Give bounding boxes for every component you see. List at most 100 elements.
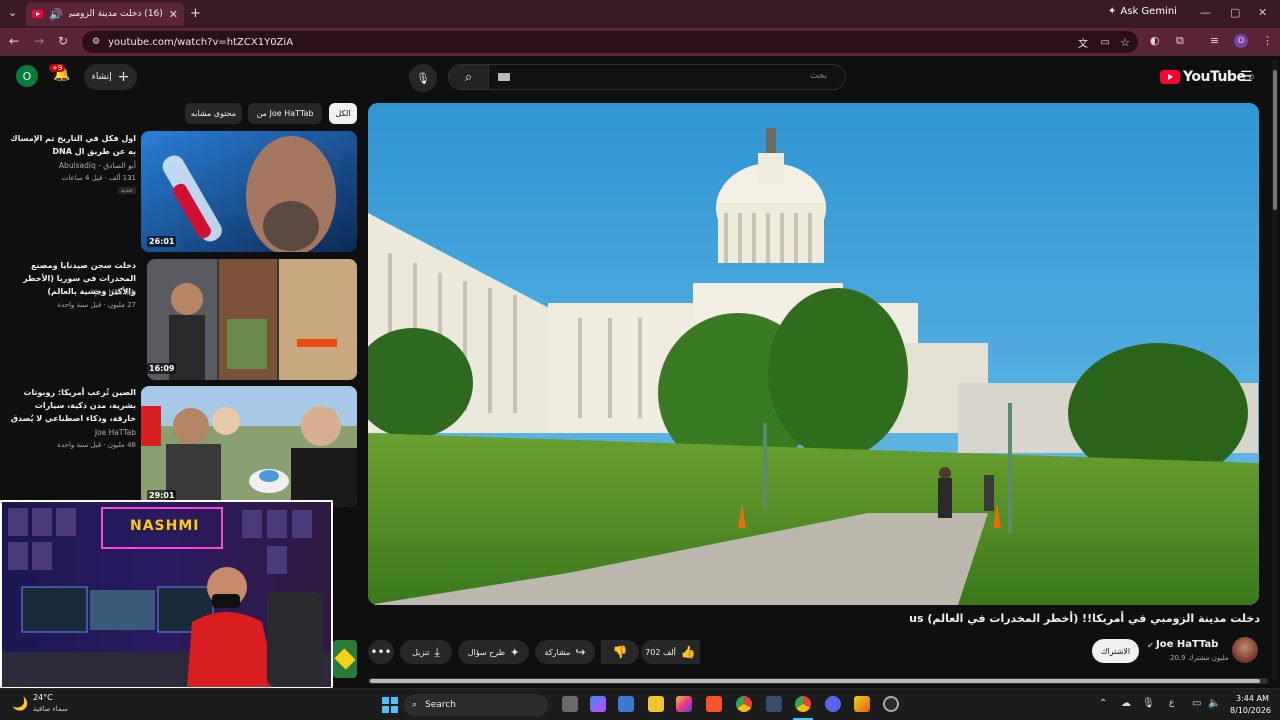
input-language[interactable]: ع: [1169, 698, 1174, 708]
download-button[interactable]: تنزيل ⤓: [400, 640, 452, 664]
voice-search-mic-icon[interactable]: 🎙: [409, 64, 437, 92]
account-avatar[interactable]: O: [16, 65, 38, 87]
share-arrow-icon: ↪: [575, 645, 586, 659]
app-icon[interactable]: [854, 696, 870, 712]
restore-icon[interactable]: ▢: [1230, 6, 1240, 19]
copilot-icon[interactable]: [590, 696, 606, 712]
search-icon[interactable]: ⌕: [448, 64, 489, 90]
discord-icon[interactable]: [825, 696, 841, 712]
thumbs-down-icon: 👎: [612, 645, 628, 659]
video-frame: [368, 103, 1259, 605]
volume-icon[interactable]: 🔈: [1208, 698, 1220, 709]
chrome-icon[interactable]: [736, 696, 752, 712]
like-button[interactable]: 702 ألف 👍: [641, 640, 700, 664]
bookmark-star-icon[interactable]: ☆: [1120, 36, 1130, 49]
ask-gemini-button[interactable]: ✦ Ask Gemini: [1108, 6, 1177, 17]
tab-list-icon[interactable]: ⌄: [8, 6, 17, 19]
rec-title-1[interactable]: اول فكل في التاريخ تم الإمساك به عن طريق…: [8, 132, 136, 158]
reload-icon[interactable]: ↻: [58, 34, 68, 48]
weather-description[interactable]: سماء صافية: [33, 705, 68, 713]
youtube-header: O 🔔 +9 إنشاء + 🎙 ⌕ بحث YouTube JO ☰: [0, 56, 1280, 100]
microphone-icon[interactable]: 🎙: [1142, 698, 1155, 709]
channel-avatar[interactable]: [1232, 637, 1258, 663]
rec-meta-1: 131 ألف · قبل 4 ساعات: [61, 174, 136, 182]
gemini-sparkle-icon: ✦: [1108, 6, 1117, 17]
like-count: 702 ألف: [645, 647, 676, 657]
store-icon[interactable]: [618, 696, 634, 712]
task-view-icon[interactable]: [562, 696, 578, 712]
extensions-icon[interactable]: ⧉: [1176, 34, 1184, 48]
rec-thumbnail-4[interactable]: [333, 640, 357, 678]
file-explorer-icon[interactable]: [648, 696, 664, 712]
speaker-icon[interactable]: 🔊: [49, 8, 63, 21]
browser-toolbar: ← → ↻ ⚙ youtube.com/watch?v=htZCX1Y0ZiA …: [0, 28, 1280, 56]
rec-channel-3[interactable]: Joe HaTTab: [8, 428, 136, 437]
channel-name[interactable]: Joe HaTTab: [1156, 639, 1218, 650]
close-window-icon[interactable]: ✕: [1258, 6, 1267, 19]
clock-date[interactable]: 8/10/2026: [1230, 706, 1271, 715]
subscriber-count: 20.9 مليون مشترك: [1170, 654, 1229, 662]
rec-duration-2: 16:09: [147, 363, 177, 374]
menu-dots-icon[interactable]: ⋮: [1262, 34, 1273, 47]
app-icon[interactable]: [883, 696, 899, 712]
tab-title: (16) دخلت مدينة الزومبي في: [69, 9, 163, 19]
download-label: تنزيل: [412, 647, 430, 657]
moon-weather-icon[interactable]: 🌙: [12, 697, 28, 712]
rec-channel-2[interactable]: Joe HaTTab: [8, 288, 136, 297]
browser-avatar[interactable]: O: [1234, 34, 1248, 48]
page-scrollbar-thumb[interactable]: [1273, 70, 1277, 210]
search-input[interactable]: بحث: [488, 64, 846, 90]
rec-channel-1[interactable]: أبو الصادق - Abulsadiq: [8, 161, 136, 170]
browser-tab[interactable]: 🔊 (16) دخلت مدينة الزومبي في ✕: [26, 2, 184, 26]
create-button[interactable]: إنشاء +: [84, 64, 137, 90]
video-player[interactable]: [368, 103, 1259, 605]
share-button[interactable]: مشاركة ↪: [535, 640, 595, 664]
neon-sign-text: NASHMI: [130, 518, 200, 534]
network-icon[interactable]: ▭: [1192, 698, 1201, 709]
rec-meta-2: 27 مليون · قبل سنة واحدة: [57, 301, 136, 309]
cast-icon[interactable]: ▭: [1101, 37, 1110, 48]
instagram-icon[interactable]: [676, 696, 692, 712]
rec-thumbnail-1[interactable]: [141, 131, 357, 252]
back-icon[interactable]: ←: [9, 34, 19, 48]
rec-thumbnail-1-image: [141, 131, 357, 252]
guide-menu-icon[interactable]: ☰: [1240, 69, 1253, 85]
weather-temperature[interactable]: 24°C: [33, 693, 53, 702]
new-tab-icon[interactable]: +: [190, 6, 201, 21]
rec-thumbnail-2-image: [147, 259, 357, 380]
chrome-active-icon[interactable]: [795, 696, 811, 712]
create-label: إنشاء: [91, 72, 112, 82]
url-text: youtube.com/watch?v=htZCX1Y0ZiA: [108, 36, 294, 48]
rec-title-3[interactable]: الصين تُرعب أمريكا: روبوتات بشرية، مدن ذ…: [8, 386, 136, 425]
rec-thumbnail-2[interactable]: [147, 259, 357, 380]
reading-list-icon[interactable]: ≡: [1210, 34, 1219, 47]
sparkle-icon: ✦: [510, 645, 520, 659]
keyboard-icon[interactable]: [498, 73, 510, 81]
video-progress-fill[interactable]: [370, 679, 1260, 683]
more-actions-button[interactable]: •••: [368, 640, 394, 664]
logo-text: YouTube: [1183, 69, 1246, 85]
chip-from-channel[interactable]: من Joe HaTTab: [248, 103, 322, 124]
minimize-icon[interactable]: —: [1200, 6, 1211, 19]
close-tab-icon[interactable]: ✕: [169, 8, 178, 21]
tray-overflow-icon[interactable]: ⌃: [1099, 698, 1107, 709]
forward-icon[interactable]: →: [34, 34, 44, 48]
ask-gemini-label: Ask Gemini: [1120, 6, 1177, 17]
tray-app-icon[interactable]: ☁: [1121, 698, 1131, 709]
site-info-icon[interactable]: ⚙: [92, 37, 100, 47]
windows-start-icon[interactable]: [382, 697, 398, 713]
taskbar-search-icon: ⌕: [412, 700, 418, 710]
rec-thumbnail-3[interactable]: [141, 386, 357, 507]
clock-time[interactable]: 3:44 AM: [1236, 694, 1269, 703]
app-icon[interactable]: [766, 696, 782, 712]
subscribe-button[interactable]: الاشتراك: [1092, 639, 1139, 663]
taskbar-search-box[interactable]: ⌕ Search: [404, 694, 548, 716]
chip-related[interactable]: محتوى مشابه: [185, 103, 242, 124]
brave-icon[interactable]: [706, 696, 722, 712]
chip-all[interactable]: الكل: [329, 103, 357, 124]
ask-button[interactable]: طرح سؤال ✦: [458, 640, 529, 664]
address-bar[interactable]: ⚙ youtube.com/watch?v=htZCX1Y0ZiA 文 ▭ ☆: [82, 31, 1138, 53]
translate-icon[interactable]: 文: [1078, 35, 1088, 50]
dislike-button[interactable]: 👎: [601, 640, 639, 664]
profile-icon[interactable]: ◐: [1150, 34, 1160, 47]
